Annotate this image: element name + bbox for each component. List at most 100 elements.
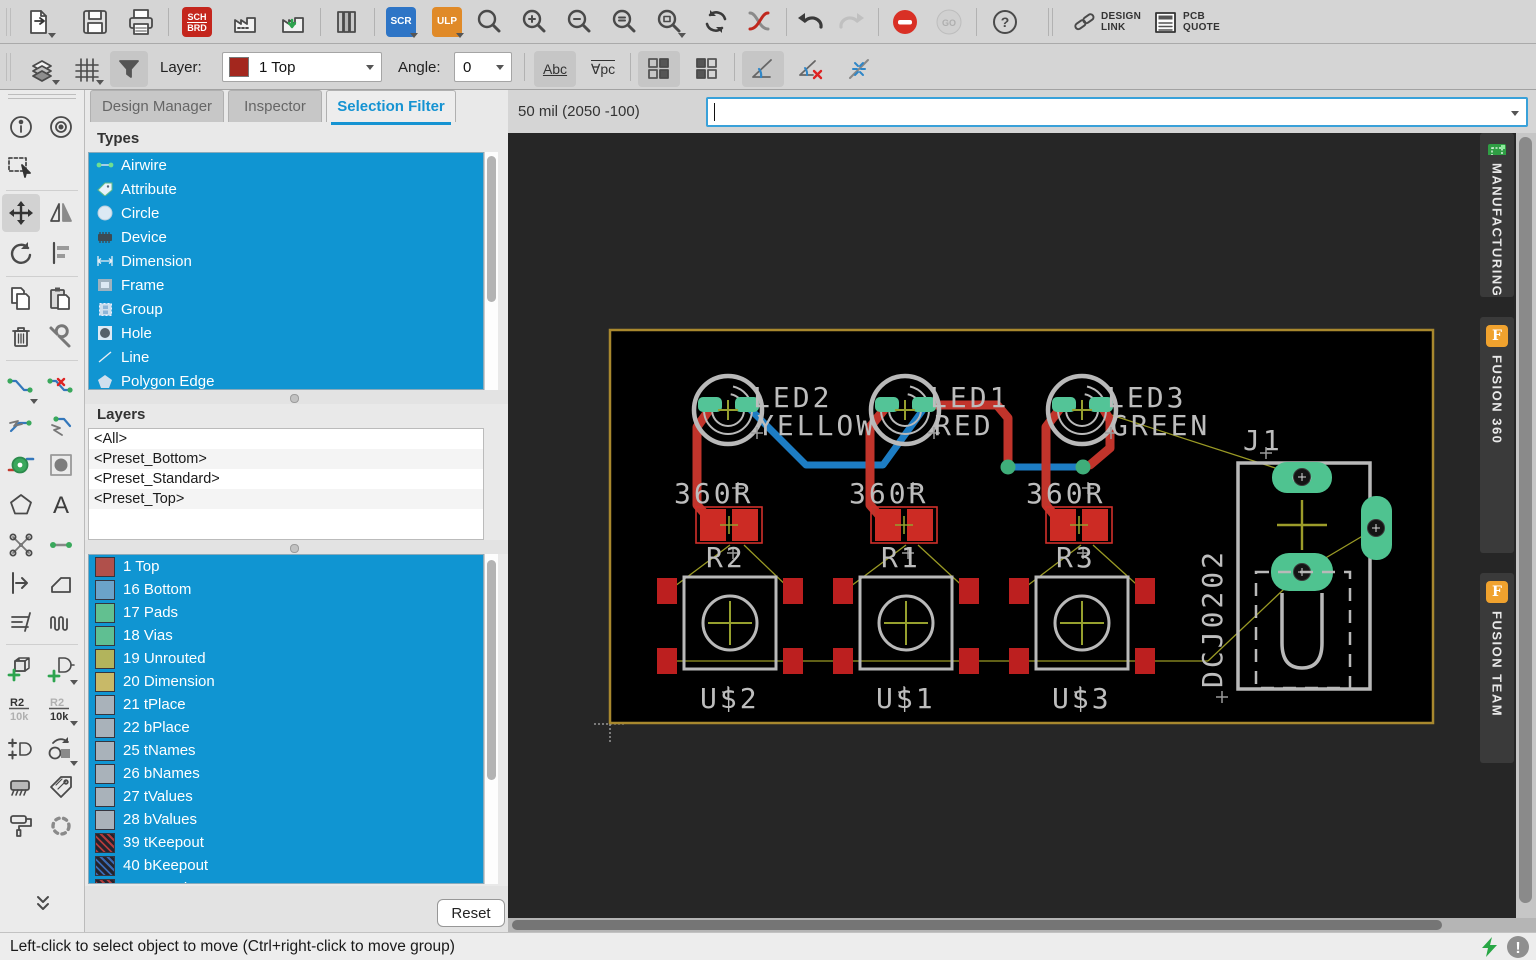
- layer-settings-button[interactable]: [24, 51, 62, 87]
- type-item-frame[interactable]: Frame: [89, 273, 483, 297]
- zoom-in-button[interactable]: [515, 4, 553, 40]
- layer-row[interactable]: 41 tRestrict: [89, 877, 483, 884]
- more-tools-button[interactable]: [24, 884, 62, 922]
- angle-arc-button[interactable]: [742, 51, 784, 87]
- save-button[interactable]: [76, 4, 114, 40]
- miter-wires-button[interactable]: [42, 564, 80, 602]
- layer-row[interactable]: 19 Unrouted: [89, 647, 483, 670]
- board-canvas[interactable]: GND LED2 YELLOW LED1 RED LED3 GREEN 360R: [508, 133, 1536, 918]
- toolbar-drag-handle[interactable]: [10, 8, 11, 36]
- text-mirrored-button[interactable]: ∀pc: [582, 51, 624, 87]
- alert-icon[interactable]: !: [1506, 935, 1530, 959]
- layer-row[interactable]: 39 tKeepout: [89, 831, 483, 854]
- rotate-button[interactable]: [2, 234, 40, 272]
- grid-button[interactable]: [68, 51, 106, 87]
- type-item-line[interactable]: Line: [89, 345, 483, 369]
- mirror-button[interactable]: [42, 194, 80, 232]
- signal-direction-button[interactable]: [2, 564, 40, 602]
- circle-button[interactable]: [42, 446, 80, 484]
- layer-row[interactable]: 21 tPlace: [89, 693, 483, 716]
- preset-item-standard[interactable]: <Preset_Standard>: [89, 469, 483, 489]
- tab-manufacturing[interactable]: MANUFACTURING: [1480, 133, 1514, 297]
- go-button[interactable]: GO: [930, 4, 968, 40]
- layer-select[interactable]: 1 Top: [222, 52, 382, 82]
- meander-button[interactable]: [42, 604, 80, 642]
- cam-import-button[interactable]: [274, 4, 312, 40]
- canvas-vertical-scrollbar[interactable]: [1516, 133, 1536, 918]
- tab-fusion-360[interactable]: F FUSION 360: [1480, 317, 1514, 553]
- type-item-airwire[interactable]: Airwire: [89, 153, 483, 177]
- scrollbar-thumb[interactable]: [512, 920, 1442, 930]
- type-item-device[interactable]: Device: [89, 225, 483, 249]
- script-button[interactable]: SCR: [382, 4, 420, 40]
- panel-splitter[interactable]: [85, 390, 508, 404]
- miter-button[interactable]: [838, 51, 880, 87]
- types-scrollbar[interactable]: [484, 152, 498, 390]
- zoom-select-button[interactable]: [650, 4, 688, 40]
- airwire-button[interactable]: [42, 526, 80, 564]
- type-item-dimension[interactable]: Dimension: [89, 249, 483, 273]
- print-button[interactable]: [122, 4, 160, 40]
- name-button[interactable]: R210k: [2, 690, 40, 728]
- open-file-button[interactable]: [20, 4, 58, 40]
- change-button[interactable]: [42, 318, 80, 356]
- attribute-button[interactable]: [42, 768, 80, 806]
- ulp-button[interactable]: ULP: [428, 4, 466, 40]
- move-button[interactable]: [2, 194, 40, 232]
- stop-command-button[interactable]: [740, 4, 778, 40]
- layer-row[interactable]: 17 Pads: [89, 601, 483, 624]
- angle-select[interactable]: 0: [454, 52, 512, 82]
- type-item-attribute[interactable]: Attribute: [89, 177, 483, 201]
- redo-button[interactable]: [832, 4, 870, 40]
- route-airwire-button[interactable]: [2, 368, 40, 406]
- layer-row[interactable]: 18 Vias: [89, 624, 483, 647]
- add-gate-button[interactable]: [42, 649, 80, 687]
- add-part-button[interactable]: [2, 649, 40, 687]
- layer-row[interactable]: 16 Bottom: [89, 578, 483, 601]
- refresh-button[interactable]: [698, 4, 736, 40]
- layer-row[interactable]: 1 Top: [89, 555, 483, 578]
- replace-button[interactable]: [42, 730, 80, 768]
- info-button[interactable]: [2, 108, 40, 146]
- toolbar-drag-handle[interactable]: [6, 8, 7, 36]
- preset-item-top[interactable]: <Preset_Top>: [89, 489, 483, 509]
- group-button[interactable]: [42, 806, 80, 844]
- zoom-redraw-button[interactable]: [605, 4, 643, 40]
- layer-row[interactable]: 40 bKeepout: [89, 854, 483, 877]
- schematic-board-switch-button[interactable]: SCH BRD: [178, 4, 216, 40]
- selection-filter-toggle-button[interactable]: [110, 51, 148, 87]
- layer-row[interactable]: 28 bValues: [89, 808, 483, 831]
- layers-scrollbar[interactable]: [484, 554, 498, 884]
- design-link-button[interactable]: DESIGNLINK: [1072, 4, 1141, 40]
- zoom-fit-button[interactable]: [470, 4, 508, 40]
- layer-row[interactable]: 27 tValues: [89, 785, 483, 808]
- type-item-polygon-edge[interactable]: Polygon Edge: [89, 369, 483, 390]
- manufacturing-button[interactable]: [226, 4, 264, 40]
- scrollbar-thumb[interactable]: [1519, 137, 1532, 903]
- panel-splitter[interactable]: [85, 540, 508, 554]
- polygon-button[interactable]: [2, 486, 40, 524]
- delete-button[interactable]: [2, 318, 40, 356]
- ic-footprint-button[interactable]: [2, 768, 40, 806]
- stop-button[interactable]: [886, 4, 924, 40]
- canvas-horizontal-scrollbar[interactable]: [508, 918, 1536, 932]
- copy-button[interactable]: [2, 280, 40, 318]
- pcb-quote-button[interactable]: PCBQUOTE: [1152, 4, 1220, 40]
- undo-button[interactable]: [792, 4, 830, 40]
- layer-row[interactable]: 22 bPlace: [89, 716, 483, 739]
- tab-selection-filter[interactable]: Selection Filter: [326, 90, 456, 122]
- paint-roller-button[interactable]: [2, 806, 40, 844]
- scrollbar-thumb[interactable]: [487, 156, 496, 302]
- ratsnest-button[interactable]: [2, 526, 40, 564]
- toolbar-drag-handle[interactable]: [6, 53, 7, 81]
- quadrant-style-2-button[interactable]: [686, 51, 728, 87]
- preset-item-all[interactable]: <All>: [89, 429, 483, 449]
- scrollbar-thumb[interactable]: [487, 560, 496, 780]
- command-input[interactable]: [706, 97, 1528, 127]
- tab-design-manager[interactable]: Design Manager: [90, 90, 224, 122]
- value-button[interactable]: R210k: [42, 690, 80, 728]
- angle-delete-button[interactable]: [790, 51, 832, 87]
- align-button[interactable]: [42, 234, 80, 272]
- text-abc-button[interactable]: Abc: [534, 51, 576, 87]
- layer-row[interactable]: 26 bNames: [89, 762, 483, 785]
